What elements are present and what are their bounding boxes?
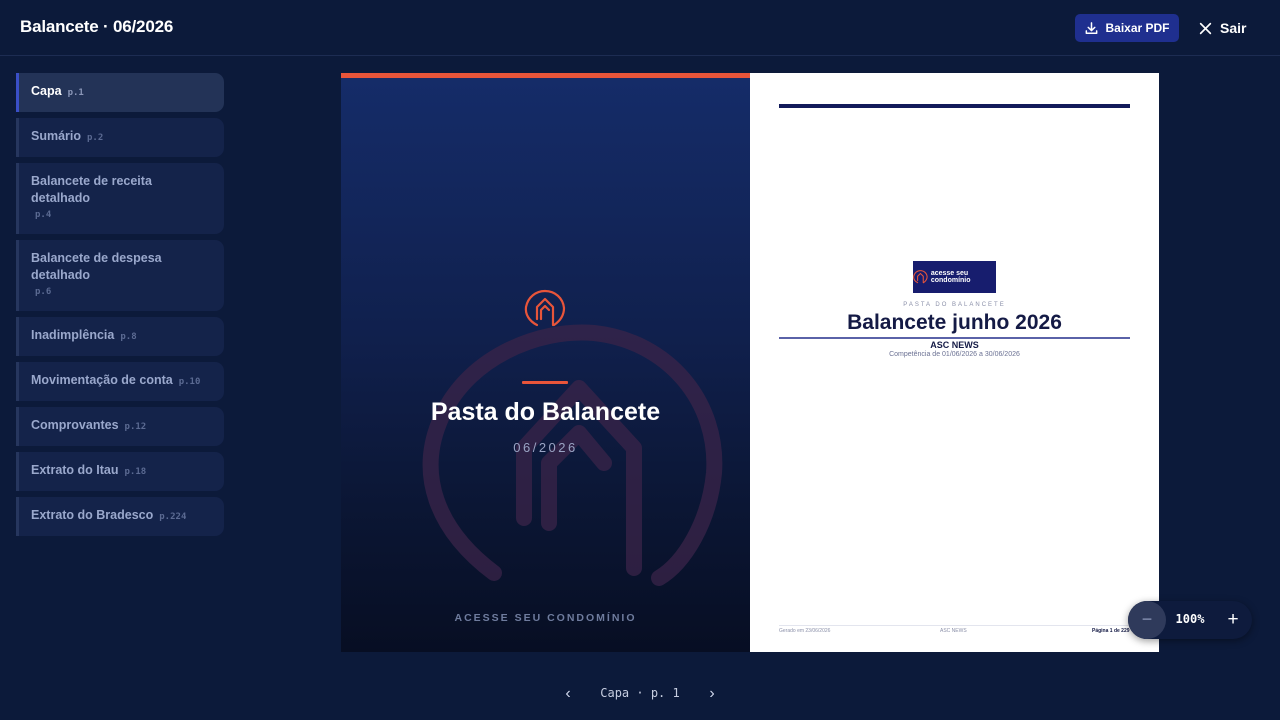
sidebar-item-label: Sumário (31, 129, 82, 143)
brand-logo: acesse seu condomínio (913, 261, 996, 293)
document-title-rule (779, 337, 1130, 339)
page-navigator: ‹ Capa · p. 1 › (560, 683, 720, 705)
sidebar-item-label: Extrato do Bradesco (31, 508, 154, 522)
sidebar-item-receita[interactable]: Balancete de receita detalhado p.4 (16, 163, 224, 234)
zoom-in-button[interactable]: + (1218, 601, 1248, 639)
previous-page-button[interactable]: ‹ (560, 683, 576, 705)
document-competence: Competência de 01/06/2026 a 30/06/2026 (889, 351, 1020, 358)
zoom-control: − 100% + (1128, 601, 1252, 639)
sidebar-item-extrato-bradesco[interactable]: Extrato do Bradesco p.224 (16, 497, 224, 536)
exit-button[interactable]: Sair (1199, 17, 1246, 39)
document-organization: ASC NEWS (930, 340, 979, 350)
sidebar-item-sumario[interactable]: Sumário p.2 (16, 118, 224, 157)
download-pdf-button[interactable]: Baixar PDF (1075, 14, 1179, 42)
sidebar-item-page: p.10 (178, 377, 201, 387)
document-footer-right: Página 1 de 229 (1092, 628, 1130, 634)
sidebar-item-label: Balancete de despesa detalhado (31, 251, 162, 282)
house-logo-icon (913, 270, 928, 284)
sidebar-item-movimentacao[interactable]: Movimentação de conta p.10 (16, 362, 224, 401)
watermark-logo-icon (422, 324, 723, 586)
sidebar-item-label: Comprovantes (31, 418, 119, 432)
cover-title: Pasta do Balancete (430, 398, 661, 426)
sidebar-item-page: p.6 (35, 287, 52, 297)
sidebar-item-label: Extrato do Itau (31, 463, 119, 477)
sidebar-item-page: p.1 (67, 88, 84, 98)
cover-page: Pasta do Balancete 06/2026 ACESSE SEU CO… (341, 73, 750, 652)
document-title: Balancete junho 2026 (847, 311, 1062, 334)
cover-title-accent (522, 381, 568, 384)
sidebar-item-page: p.18 (124, 467, 147, 477)
sidebar-nav: Capa p.1 Sumário p.2 Balancete de receita … (16, 73, 224, 542)
download-pdf-label: Baixar PDF (1105, 21, 1170, 35)
page-title: Balancete · 06/2026 (20, 17, 174, 36)
sidebar-item-page: p.224 (159, 512, 187, 522)
document-footer-left: Gerado em 23/06/2026 (779, 628, 831, 634)
document-top-rule (779, 104, 1130, 108)
close-icon (1199, 22, 1212, 34)
next-page-button[interactable]: › (704, 683, 720, 705)
document-kicker: PASTA DO BALANCETE (903, 302, 1006, 308)
sidebar-item-label: Capa (31, 84, 62, 98)
sidebar-item-label: Balancete de receita detalhado (31, 174, 152, 205)
sidebar-item-page: p.2 (87, 133, 104, 143)
current-page-label: Capa · p. 1 (600, 686, 680, 700)
sidebar-item-label: Movimentação de conta (31, 373, 173, 387)
zoom-level: 100% (1175, 612, 1205, 626)
sidebar-item-extrato-itau[interactable]: Extrato do Itau p.18 (16, 452, 224, 491)
sidebar-item-despesa[interactable]: Balancete de despesa detalhado p.6 (16, 240, 224, 311)
sidebar-item-inadimplencia[interactable]: Inadimplência p.8 (16, 317, 224, 356)
brand-text: acesse seu condomínio (930, 270, 971, 284)
sidebar-item-page: p.8 (120, 332, 137, 342)
cover-date: 06/2026 (513, 440, 578, 455)
house-logo-icon (524, 289, 566, 327)
sidebar-item-page: p.4 (35, 210, 52, 220)
sidebar-item-capa[interactable]: Capa p.1 (16, 73, 224, 112)
document-footer-rule (779, 625, 1130, 626)
cover-footer: ACESSE SEU CONDOMÍNIO (454, 612, 637, 624)
download-icon (1086, 21, 1098, 34)
cover-accent-bar (341, 73, 750, 78)
exit-label: Sair (1220, 20, 1247, 36)
sidebar-item-label: Inadimplência (31, 328, 115, 342)
document-footer-center: ASC NEWS (940, 628, 967, 634)
sidebar-item-page: p.12 (124, 422, 147, 432)
top-bar: Balancete · 06/2026 Baixar PDF Sair (0, 0, 1280, 56)
zoom-out-button[interactable]: − (1128, 601, 1166, 639)
sidebar-item-comprovantes[interactable]: Comprovantes p.12 (16, 407, 224, 446)
document-page: acesse seu condomínio PASTA DO BALANCETE… (750, 73, 1159, 652)
